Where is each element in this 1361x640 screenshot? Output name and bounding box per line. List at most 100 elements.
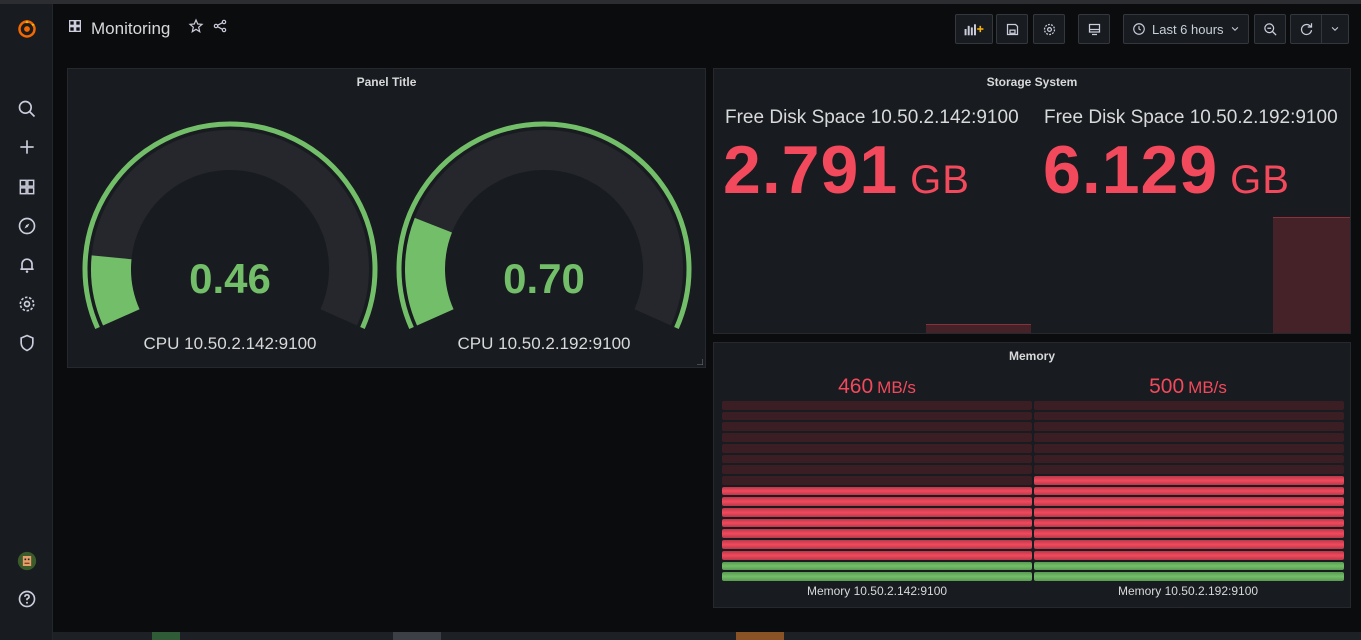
help-icon[interactable] xyxy=(14,586,40,612)
dashboards-icon xyxy=(67,18,83,39)
memory-bar-segment xyxy=(722,529,1032,539)
memory-bar-segment xyxy=(1034,550,1344,560)
memory-bar-segment xyxy=(722,497,1032,507)
memory-bargauge-2 xyxy=(1034,401,1344,583)
sidebar xyxy=(0,4,53,640)
memory-unit-1: MB/s xyxy=(877,378,916,397)
cpu-panel[interactable]: Panel Title 0.46 CPU 10.50.2.142:9100 0.… xyxy=(67,68,706,368)
stat-value-1: 2.791 GB xyxy=(723,131,970,209)
memory-bar-segment xyxy=(722,433,1032,442)
bell-icon[interactable] xyxy=(14,252,40,278)
refresh-interval-dropdown[interactable] xyxy=(1322,14,1349,44)
memory-label-2: Memory 10.50.2.192:9100 xyxy=(1117,584,1259,598)
page-title[interactable]: Monitoring xyxy=(91,19,170,39)
storage-panel[interactable]: Storage System Free Disk Space 10.50.2.1… xyxy=(713,68,1351,334)
memory-bar-segment xyxy=(722,401,1032,410)
memory-bar-segment xyxy=(1034,508,1344,517)
share-icon[interactable] xyxy=(212,18,228,39)
gauge-label-1: CPU 10.50.2.142:9100 xyxy=(143,334,317,353)
tv-mode-icon xyxy=(1088,23,1100,35)
memory-bar-segment xyxy=(1034,572,1344,581)
panel-title[interactable]: Memory xyxy=(714,349,1350,363)
memory-bar-segment xyxy=(1034,497,1344,507)
memory-bar-segment xyxy=(1034,422,1344,432)
memory-bar-segment xyxy=(722,422,1032,432)
memory-bar-segment xyxy=(722,508,1032,517)
grafana-logo-icon[interactable] xyxy=(14,16,40,42)
gauge-value-2: 0.70 xyxy=(503,255,585,302)
resize-handle-icon[interactable] xyxy=(697,359,703,365)
stat-number-2: 6.129 xyxy=(1043,132,1219,208)
stat-unit-2: GB xyxy=(1230,158,1290,202)
save-button[interactable] xyxy=(996,14,1028,44)
settings-button[interactable] xyxy=(1033,14,1065,44)
memory-value-2: 500 MB/s xyxy=(1033,375,1343,399)
gauge-value-arc xyxy=(405,217,454,326)
gauge-value-1: 0.46 xyxy=(189,255,271,302)
memory-bar-segment xyxy=(722,486,1032,496)
sparkline-bar-2 xyxy=(1273,217,1350,333)
sparkline-bar-1 xyxy=(926,324,1031,333)
memory-bar-segment xyxy=(1034,486,1344,496)
star-icon[interactable] xyxy=(188,18,204,39)
dashboard-title-group: Monitoring xyxy=(67,18,228,39)
search-icon[interactable] xyxy=(14,96,40,122)
strip-segment xyxy=(393,632,441,640)
refresh-icon xyxy=(1300,22,1312,35)
gear-icon[interactable] xyxy=(14,291,40,317)
chevron-down-icon xyxy=(1231,26,1239,31)
memory-label-1: Memory 10.50.2.142:9100 xyxy=(806,584,948,598)
tv-mode-button[interactable] xyxy=(1078,14,1110,44)
memory-bar-segment xyxy=(722,454,1032,464)
strip-segment xyxy=(736,632,784,640)
memory-bar-segment xyxy=(722,475,1032,485)
chevron-down-icon xyxy=(1331,26,1339,31)
memory-value-1: 460 MB/s xyxy=(722,375,1032,399)
memory-panel[interactable]: Memory 460 MB/s 500 MB/s Memory 10.50.2.14… xyxy=(713,342,1351,608)
panel-title[interactable]: Storage System xyxy=(714,75,1350,89)
settings-icon xyxy=(1043,23,1055,35)
avatar[interactable] xyxy=(14,548,40,574)
strip-segment xyxy=(152,632,180,640)
memory-bar-segment xyxy=(722,550,1032,560)
dashboard-toolbar: Monitoring Last 6 hours xyxy=(53,4,1361,56)
add-panel-icon xyxy=(964,24,984,36)
add-panel-button[interactable] xyxy=(955,14,993,44)
memory-bar-segment xyxy=(722,518,1032,528)
memory-bar-segment xyxy=(1034,454,1344,464)
memory-bar-segment xyxy=(1034,529,1344,539)
plus-icon[interactable] xyxy=(14,134,40,160)
memory-bar-segment xyxy=(1034,561,1344,571)
bottom-strip xyxy=(53,632,1361,640)
clock-icon xyxy=(1133,23,1145,35)
memory-bar-segment xyxy=(722,443,1032,453)
refresh-button[interactable] xyxy=(1290,14,1322,44)
memory-number-2: 500 xyxy=(1149,375,1185,398)
memory-bargauge-1 xyxy=(722,401,1032,583)
save-icon xyxy=(1006,23,1018,35)
stat-label-1: Free Disk Space 10.50.2.142:9100 xyxy=(725,107,1019,128)
memory-bar-segment xyxy=(1034,411,1344,421)
dashboards-icon[interactable] xyxy=(14,174,40,200)
zoom-out-icon xyxy=(1263,22,1277,36)
stat-number-1: 2.791 xyxy=(723,132,899,208)
explore-icon[interactable] xyxy=(14,213,40,239)
memory-bar-segment xyxy=(722,540,1032,549)
stat-label-2: Free Disk Space 10.50.2.192:9100 xyxy=(1044,107,1338,128)
memory-bar-segment xyxy=(722,465,1032,474)
memory-bar-segment xyxy=(722,411,1032,421)
memory-bar-segment xyxy=(722,561,1032,571)
gauges-canvas xyxy=(82,121,692,329)
memory-bar-segment xyxy=(1034,401,1344,410)
memory-bar-segment xyxy=(1034,465,1344,474)
stat-unit-1: GB xyxy=(910,158,970,202)
time-range-picker[interactable]: Last 6 hours xyxy=(1123,14,1249,44)
memory-number-1: 460 xyxy=(838,375,874,398)
zoom-out-button[interactable] xyxy=(1254,14,1286,44)
memory-bar-segment xyxy=(1034,475,1344,485)
gauge-label-2: CPU 10.50.2.192:9100 xyxy=(457,334,631,353)
memory-bar-segment xyxy=(1034,443,1344,453)
memory-bar-segment xyxy=(722,572,1032,581)
memory-bar-segment xyxy=(1034,518,1344,528)
shield-icon[interactable] xyxy=(14,330,40,356)
